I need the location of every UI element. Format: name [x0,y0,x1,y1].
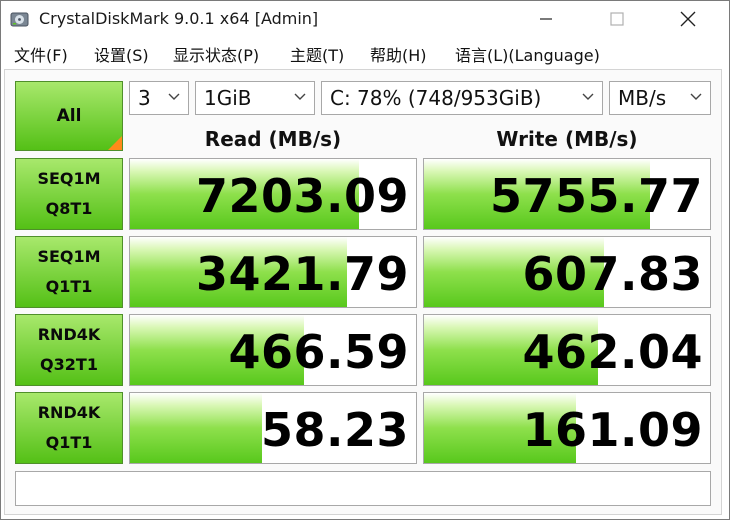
all-tests-button[interactable]: All [15,81,123,151]
write-result-cell: 5755.77 [423,158,711,230]
minimize-icon [540,18,552,20]
chevron-down-icon [690,93,702,100]
corner-marker-icon [108,136,122,150]
chevron-down-icon [582,93,594,100]
read-speed-value: 7203.09 [195,169,409,223]
chevron-down-icon [168,93,180,100]
write-result-cell: 607.83 [423,236,711,308]
test-count-select[interactable]: 3 [129,81,189,115]
write-speed-value: 5755.77 [489,169,703,223]
menu-profile[interactable]: 显示状态(P) [173,42,259,66]
test-name-label: SEQ1M [37,169,101,188]
window-title: CrystalDiskMark 9.0.1 x64 [Admin] [39,9,319,28]
test-queue-label: Q8T1 [45,199,93,218]
read-speed-value: 3421.79 [195,247,409,301]
unit-value: MB/s [618,86,667,110]
read-result-cell: 58.23 [129,392,417,464]
read-speed-value: 58.23 [260,403,409,457]
menu-bar: 文件(F) 设置(S) 显示状态(P) 主题(T) 帮助(H) 语言(L)(La… [1,38,729,68]
close-button[interactable] [665,1,711,37]
menu-file[interactable]: 文件(F) [14,42,68,66]
test-queue-label: Q1T1 [45,277,93,296]
chevron-down-icon [294,93,306,100]
test-name-label: SEQ1M [37,247,101,266]
test-size-select[interactable]: 1GiB [195,81,315,115]
test-button[interactable]: SEQ1M Q8T1 [15,158,123,230]
write-column-header: Write (MB/s) [496,127,638,151]
test-button[interactable]: SEQ1M Q1T1 [15,236,123,308]
test-button[interactable]: RND4K Q1T1 [15,392,123,464]
status-bar [15,471,711,506]
minimize-button[interactable] [523,1,569,37]
maximize-icon [610,12,624,26]
menu-theme[interactable]: 主题(T) [290,42,344,66]
write-speed-value: 607.83 [522,247,703,301]
menu-settings[interactable]: 设置(S) [94,42,149,66]
test-queue-label: Q32T1 [40,355,98,374]
maximize-button[interactable] [594,1,640,37]
read-speed-value: 466.59 [228,325,409,379]
unit-select[interactable]: MB/s [609,81,711,115]
test-button[interactable]: RND4K Q32T1 [15,314,123,386]
write-result-cell: 161.09 [423,392,711,464]
app-disk-icon [10,12,29,27]
test-name-label: RND4K [37,325,101,344]
title-bar: CrystalDiskMark 9.0.1 x64 [Admin] [1,1,729,37]
close-icon [680,11,696,27]
read-result-cell: 466.59 [129,314,417,386]
all-button-label: All [56,106,82,126]
drive-value: C: 78% (748/953GiB) [330,86,542,110]
read-column-header: Read (MB/s) [204,127,342,151]
read-speed-bar [130,393,262,463]
test-queue-label: Q1T1 [45,433,93,452]
test-name-label: RND4K [37,403,101,422]
read-result-cell: 3421.79 [129,236,417,308]
menu-help[interactable]: 帮助(H) [370,42,427,66]
test-count-value: 3 [138,86,151,110]
test-size-value: 1GiB [204,86,252,110]
read-result-cell: 7203.09 [129,158,417,230]
app-window: CrystalDiskMark 9.0.1 x64 [Admin] 文件(F) … [0,0,730,520]
write-speed-value: 462.04 [522,325,703,379]
write-speed-value: 161.09 [522,403,703,457]
write-result-cell: 462.04 [423,314,711,386]
drive-select[interactable]: C: 78% (748/953GiB) [321,81,603,115]
menu-language[interactable]: 语言(L)(Language) [455,42,600,66]
